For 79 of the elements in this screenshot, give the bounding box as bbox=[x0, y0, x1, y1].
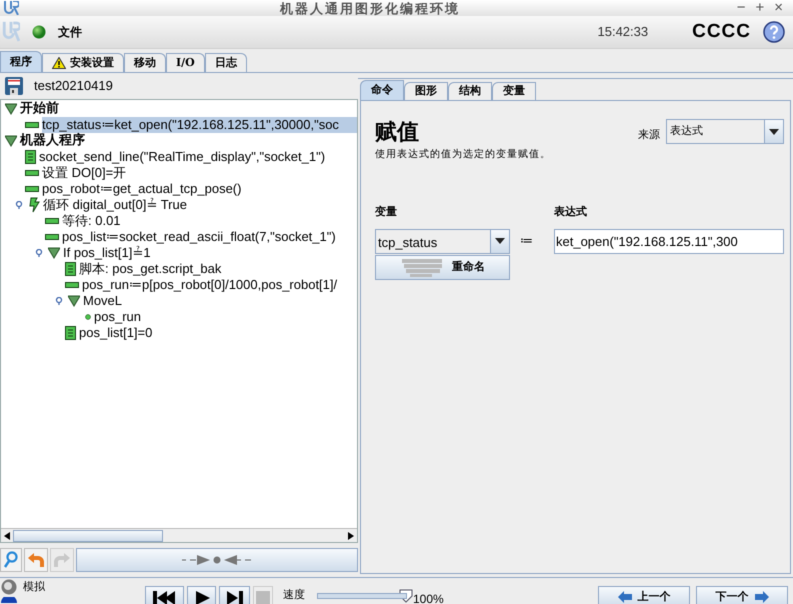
close-button[interactable]: × bbox=[774, 1, 783, 15]
panel-tab[interactable]: 命令 bbox=[360, 80, 404, 100]
maximize-button[interactable]: + bbox=[755, 1, 764, 15]
panel-tab[interactable]: 变量 bbox=[492, 82, 536, 100]
tree-item[interactable]: 开始前 bbox=[20, 101, 59, 117]
keyboard-icon bbox=[400, 257, 444, 277]
tree-item[interactable]: pos_run≔p[pos_robot[0]/1000,pos_robot[1]/ bbox=[82, 277, 338, 293]
command-title: 赋值 bbox=[375, 119, 420, 145]
file-menu[interactable]: 文件 bbox=[58, 23, 82, 41]
rename-button[interactable]: 重命名 bbox=[375, 254, 510, 280]
step-button[interactable] bbox=[219, 586, 250, 604]
minimize-button[interactable]: − bbox=[736, 1, 746, 15]
skip-back-button[interactable] bbox=[145, 586, 184, 604]
main-tab[interactable]: 安装设置 bbox=[42, 53, 124, 72]
simulation-label: 模拟 bbox=[23, 579, 45, 595]
tree-item[interactable]: pos_list≔socket_read_ascii_float(7,"socket_1") bbox=[62, 229, 336, 245]
scroll-right-icon[interactable] bbox=[348, 532, 354, 540]
main-tab[interactable]: I/O bbox=[166, 53, 205, 72]
main-tab[interactable]: 程序 bbox=[0, 51, 42, 72]
tree-item[interactable]: pos_run bbox=[94, 309, 141, 325]
panel-tab[interactable]: 图形 bbox=[404, 82, 448, 100]
skip-back-icon bbox=[152, 591, 176, 604]
expand-handle[interactable] bbox=[55, 297, 63, 305]
play-button[interactable] bbox=[187, 586, 216, 604]
step-icon bbox=[226, 591, 242, 604]
expand-handle[interactable] bbox=[15, 201, 23, 209]
flow-button[interactable] bbox=[76, 548, 358, 572]
right-arrow-icon bbox=[754, 591, 768, 603]
expression-label: 表达式 bbox=[554, 204, 588, 220]
variable-dropdown[interactable]: tcp_status bbox=[375, 228, 510, 254]
panel-tab[interactable]: 结构 bbox=[448, 82, 492, 100]
window-title: 机器人通用图形化编程环境 bbox=[280, 0, 460, 19]
logo-icon bbox=[2, 21, 20, 43]
robot-name: CCCC bbox=[692, 20, 751, 44]
radio-button[interactable] bbox=[1, 596, 17, 602]
speed-label: 速度 bbox=[283, 587, 305, 603]
status-globe-icon bbox=[32, 25, 46, 39]
scroll-left-icon[interactable] bbox=[4, 532, 10, 540]
tree-item[interactable]: tcp_status≔ket_open("192.168.125.11",30000,"soc bbox=[42, 117, 357, 133]
undo-icon[interactable] bbox=[24, 548, 48, 572]
logo-icon bbox=[3, 1, 19, 15]
speed-reading: 100% bbox=[413, 591, 444, 604]
horizontal-scrollbar[interactable] bbox=[1, 528, 357, 542]
source-label: 来源 bbox=[638, 127, 660, 143]
expression-field[interactable]: ket_open("192.168.125.11",300 bbox=[554, 228, 784, 254]
next-button[interactable]: 下一个 bbox=[696, 586, 788, 604]
tree-item[interactable]: 机器人程序 bbox=[20, 133, 85, 149]
flow-icon bbox=[182, 554, 252, 566]
clock-time: 15:42:33 bbox=[598, 23, 648, 42]
tree-item[interactable]: MoveL bbox=[83, 293, 122, 309]
variable-value: tcp_status bbox=[377, 234, 438, 252]
tree-item[interactable]: 等待: 0.01 bbox=[62, 213, 121, 229]
variable-label: 变量 bbox=[375, 204, 398, 220]
program-name: test20210419 bbox=[34, 77, 113, 96]
radio-button[interactable] bbox=[1, 579, 17, 596]
left-arrow-icon bbox=[618, 591, 632, 603]
tree-item[interactable]: pos_list[1]=0 bbox=[79, 325, 152, 341]
previous-button[interactable]: 上一个 bbox=[598, 586, 690, 604]
caret-icon bbox=[495, 238, 505, 244]
source-dropdown[interactable]: 表达式 bbox=[666, 119, 784, 144]
tree-item[interactable]: socket_send_line("RealTime_display","socket_1") bbox=[39, 149, 326, 165]
tree-item[interactable]: If pos_list[1]≟1 bbox=[63, 245, 151, 261]
expand-handle[interactable] bbox=[35, 249, 43, 257]
slider-thumb[interactable] bbox=[399, 589, 413, 603]
caret-icon bbox=[769, 128, 779, 134]
help-icon[interactable] bbox=[763, 21, 785, 43]
source-value: 表达式 bbox=[669, 123, 704, 139]
main-tab[interactable]: 移动 bbox=[124, 53, 166, 72]
tree-item[interactable]: 循环 digital_out[0]≟ True bbox=[43, 197, 187, 213]
tree-item[interactable]: pos_robot≔get_actual_tcp_pose() bbox=[42, 181, 242, 197]
main-tab[interactable]: 日志 bbox=[204, 53, 247, 72]
command-description: 使用表达式的值为选定的变量赋值。 bbox=[375, 148, 551, 162]
stop-icon bbox=[256, 591, 270, 604]
search-icon[interactable] bbox=[0, 548, 22, 572]
play-icon bbox=[194, 591, 210, 604]
tree-item[interactable]: 脚本: pos_get.script_bak bbox=[79, 261, 222, 277]
assign-sign: ≔ bbox=[520, 232, 534, 250]
tree-item[interactable]: 设置 DO[0]=开 bbox=[42, 165, 126, 181]
save-icon[interactable] bbox=[4, 76, 24, 96]
